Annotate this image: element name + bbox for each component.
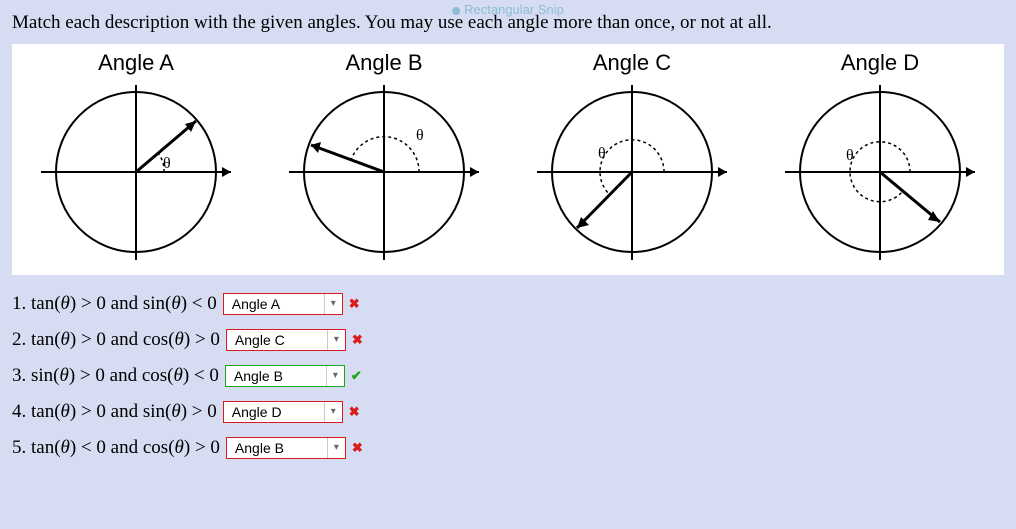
answer-select[interactable]: Angle B▾ [225, 365, 345, 387]
angle-c-title: Angle C [532, 50, 732, 76]
chevron-down-icon: ▾ [326, 366, 344, 386]
x-icon: ✖ [349, 404, 360, 420]
angle-b-diagram: θ [284, 80, 484, 265]
theta-label: θ [416, 127, 424, 144]
angle-d-title: Angle D [780, 50, 980, 76]
question-row-2: 2. tan(θ) > 0 and cos(θ) > 0 Angle C▾ ✖ [12, 329, 1004, 351]
angle-d-column: Angle D θ [780, 50, 980, 265]
angle-c-column: Angle C θ [532, 50, 732, 265]
answer-select[interactable]: Angle B▾ [226, 437, 346, 459]
answer-select-value: Angle B [227, 440, 327, 456]
answer-select-value: Angle A [224, 296, 324, 312]
question-text: 3. sin(θ) > 0 and cos(θ) < 0 [12, 365, 219, 387]
questions-list: 1. tan(θ) > 0 and sin(θ) < 0Angle A▾✖2. … [12, 293, 1004, 459]
question-row-1: 1. tan(θ) > 0 and sin(θ) < 0 Angle A▾ ✖ [12, 293, 1004, 315]
answer-select[interactable]: Angle A▾ [223, 293, 343, 315]
chevron-down-icon: ▾ [324, 402, 342, 422]
angle-c-diagram: θ [532, 80, 732, 265]
x-icon: ✖ [352, 332, 363, 348]
question-row-5: 5. tan(θ) < 0 and cos(θ) > 0 Angle B▾ ✖ [12, 437, 1004, 459]
theta-label: θ [163, 155, 171, 172]
answer-select-value: Angle B [226, 368, 326, 384]
x-icon: ✖ [352, 440, 363, 456]
answer-select[interactable]: Angle C▾ [226, 329, 346, 351]
question-text: 1. tan(θ) > 0 and sin(θ) < 0 [12, 293, 217, 315]
chevron-down-icon: ▾ [324, 294, 342, 314]
question-text: 2. tan(θ) > 0 and cos(θ) > 0 [12, 329, 220, 351]
theta-label: θ [846, 147, 854, 164]
question-row-3: 3. sin(θ) > 0 and cos(θ) < 0 Angle B▾ ✔ [12, 365, 1004, 387]
instruction-text: Match each description with the given an… [12, 12, 1004, 34]
angle-a-title: Angle A [36, 50, 236, 76]
answer-select-value: Angle D [224, 404, 324, 420]
angles-panel: Angle A θ Angle B [12, 44, 1004, 275]
check-icon: ✔ [351, 368, 362, 384]
chevron-down-icon: ▾ [327, 438, 345, 458]
question-text: 4. tan(θ) > 0 and sin(θ) > 0 [12, 401, 217, 423]
question-row-4: 4. tan(θ) > 0 and sin(θ) > 0 Angle D▾ ✖ [12, 401, 1004, 423]
angle-a-diagram: θ [36, 80, 236, 265]
question-text: 5. tan(θ) < 0 and cos(θ) > 0 [12, 437, 220, 459]
answer-select-value: Angle C [227, 332, 327, 348]
angle-b-title: Angle B [284, 50, 484, 76]
answer-select[interactable]: Angle D▾ [223, 401, 343, 423]
theta-label: θ [598, 145, 606, 162]
angle-a-column: Angle A θ [36, 50, 236, 265]
angle-b-column: Angle B θ [284, 50, 484, 265]
x-icon: ✖ [349, 296, 360, 312]
chevron-down-icon: ▾ [327, 330, 345, 350]
angle-d-diagram: θ [780, 80, 980, 265]
